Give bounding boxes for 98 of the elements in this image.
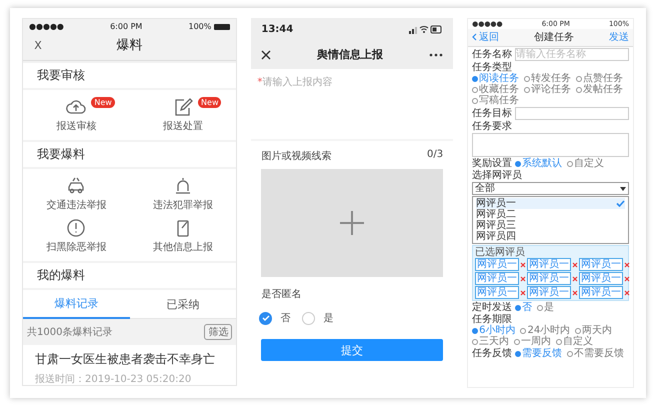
- reviewer-tag: 网评员一: [579, 286, 624, 299]
- section-header: 我要审核: [23, 63, 236, 88]
- remove-icon[interactable]: [624, 262, 630, 268]
- remove-icon[interactable]: [624, 276, 630, 282]
- field-label: 任务名称: [472, 49, 512, 60]
- radio-option[interactable]: 不需要反馈: [567, 348, 624, 359]
- reviewer-tag: 网评员一: [579, 272, 624, 285]
- more-icon[interactable]: [429, 52, 444, 56]
- screen-title: 舆情信息上报: [317, 47, 384, 62]
- field-label: 定时发送: [472, 302, 512, 313]
- filter-button[interactable]: 筛选: [204, 324, 232, 340]
- record-title: 甘肃一女医生被患者袭击不幸身亡: [35, 351, 216, 368]
- radio-option[interactable]: 自定义: [567, 158, 604, 169]
- reviewer-tag: 网评员一: [475, 272, 520, 285]
- input-field[interactable]: [515, 107, 629, 120]
- list-item[interactable]: 网评员三: [476, 220, 625, 231]
- carrier-signal: ●●●●●: [29, 22, 64, 31]
- remove-icon[interactable]: [572, 290, 578, 296]
- list-item[interactable]: 网评员二: [476, 209, 625, 220]
- menu-item[interactable]: New 报送处置: [130, 94, 236, 136]
- reviewer-tag: 网评员一: [527, 286, 572, 299]
- remove-icon[interactable]: [624, 290, 630, 296]
- tab[interactable]: 已采纳: [130, 290, 236, 319]
- radio-option[interactable]: 写稿任务: [472, 95, 520, 106]
- tab[interactable]: 爆料记录: [23, 290, 130, 319]
- radio-option[interactable]: 6小时内: [472, 325, 516, 336]
- reviewer-tag: 网评员一: [527, 258, 572, 271]
- send-button[interactable]: 发送: [608, 30, 629, 44]
- radio-option[interactable]: 一周内: [514, 336, 552, 347]
- back-chevron-icon: [472, 33, 478, 41]
- textarea-field[interactable]: [472, 133, 629, 157]
- field-label: 任务反馈: [472, 348, 512, 359]
- menu-item[interactable]: 交通违法举报: [23, 173, 130, 215]
- status-icons: [409, 25, 444, 34]
- section-header: 我要爆料: [23, 142, 236, 167]
- field-label: 任务目标: [472, 108, 512, 119]
- reviewer-tag: 网评员一: [579, 258, 624, 271]
- menu-item[interactable]: 扫黑除恶举报: [23, 215, 130, 257]
- remove-icon[interactable]: [520, 290, 526, 296]
- record-count: 共1000条爆料记录: [27, 326, 112, 339]
- plus-icon: [340, 211, 364, 235]
- radio-option[interactable]: 转发任务: [524, 73, 572, 84]
- record-card[interactable]: 甘肃一女医生被患者袭击不幸身亡 报送时间：2019-10-23 05:20:20: [23, 345, 236, 385]
- close-icon[interactable]: [261, 50, 272, 60]
- battery-level: 100%: [188, 22, 212, 31]
- list-item[interactable]: 网评员四: [476, 231, 625, 242]
- menu-item[interactable]: New 报送审核: [23, 94, 130, 136]
- radio-option[interactable]: 是: [302, 311, 334, 325]
- submit-button[interactable]: 提交: [261, 339, 444, 361]
- radio-option[interactable]: 发帖任务: [576, 84, 624, 95]
- media-label: 图片或视频线索: [261, 150, 332, 163]
- remove-icon[interactable]: [572, 262, 578, 268]
- remove-icon[interactable]: [520, 276, 526, 282]
- reviewer-tag: 网评员一: [527, 272, 572, 285]
- radio-option[interactable]: 评论任务: [524, 84, 572, 95]
- radio-option[interactable]: 需要反馈: [515, 348, 562, 359]
- remove-icon[interactable]: [520, 262, 526, 268]
- field-label: 任务类型: [472, 62, 512, 73]
- panel-label: 已选网评员: [475, 247, 526, 258]
- reviewer-tag: 网评员一: [475, 258, 520, 271]
- list-item[interactable]: 网评员一: [476, 198, 625, 209]
- field-label: 任务期限: [472, 314, 512, 325]
- new-badge: New: [91, 97, 115, 108]
- content-field[interactable]: *请输入上报内容: [251, 69, 454, 141]
- exclamation-icon: [65, 218, 88, 238]
- field-label: 任务要求: [472, 121, 514, 132]
- checkmark-icon: [616, 200, 625, 207]
- remove-icon[interactable]: [572, 276, 578, 282]
- screen-title: 创建任务: [534, 32, 574, 42]
- caret-icon: [620, 186, 626, 190]
- radio-option[interactable]: 收藏任务: [472, 84, 520, 95]
- field-label: 选择网评员: [472, 170, 524, 181]
- radio-option[interactable]: 阅读任务: [472, 73, 520, 84]
- reviewer-tag: 网评员一: [475, 286, 520, 299]
- field-label: 奖励设置: [472, 158, 512, 169]
- record-time: 报送时间：2019-10-23 05:20:20: [35, 372, 192, 385]
- radio-option[interactable]: 三天内: [472, 336, 510, 347]
- menu-item[interactable]: 其他信息上报: [130, 215, 236, 257]
- status-time: 6:00 PM: [110, 22, 142, 31]
- radio-option[interactable]: 系统默认: [515, 158, 562, 169]
- radio-option[interactable]: 点赞任务: [576, 73, 624, 84]
- radio-option[interactable]: 自定义: [556, 336, 594, 347]
- media-count: 0/3: [427, 149, 444, 162]
- anonymous-label: 是否匿名: [260, 288, 302, 302]
- new-badge: New: [198, 97, 222, 108]
- section-header: 我的爆料: [23, 263, 236, 288]
- radio-option[interactable]: 是: [537, 302, 554, 313]
- close-button[interactable]: X: [31, 38, 45, 52]
- dropdown[interactable]: 全部: [472, 182, 629, 195]
- back-button[interactable]: 返回: [479, 30, 500, 44]
- battery-icon: [214, 24, 230, 30]
- radio-option[interactable]: 24小时内: [520, 325, 570, 336]
- radio-option[interactable]: 否: [515, 302, 532, 313]
- status-time: 13:44: [261, 24, 294, 35]
- screen-title: 爆料: [116, 37, 144, 54]
- menu-item[interactable]: 违法犯罪举报: [130, 173, 236, 215]
- radio-option[interactable]: 否: [259, 311, 290, 325]
- radio-option[interactable]: 两天内: [575, 325, 612, 336]
